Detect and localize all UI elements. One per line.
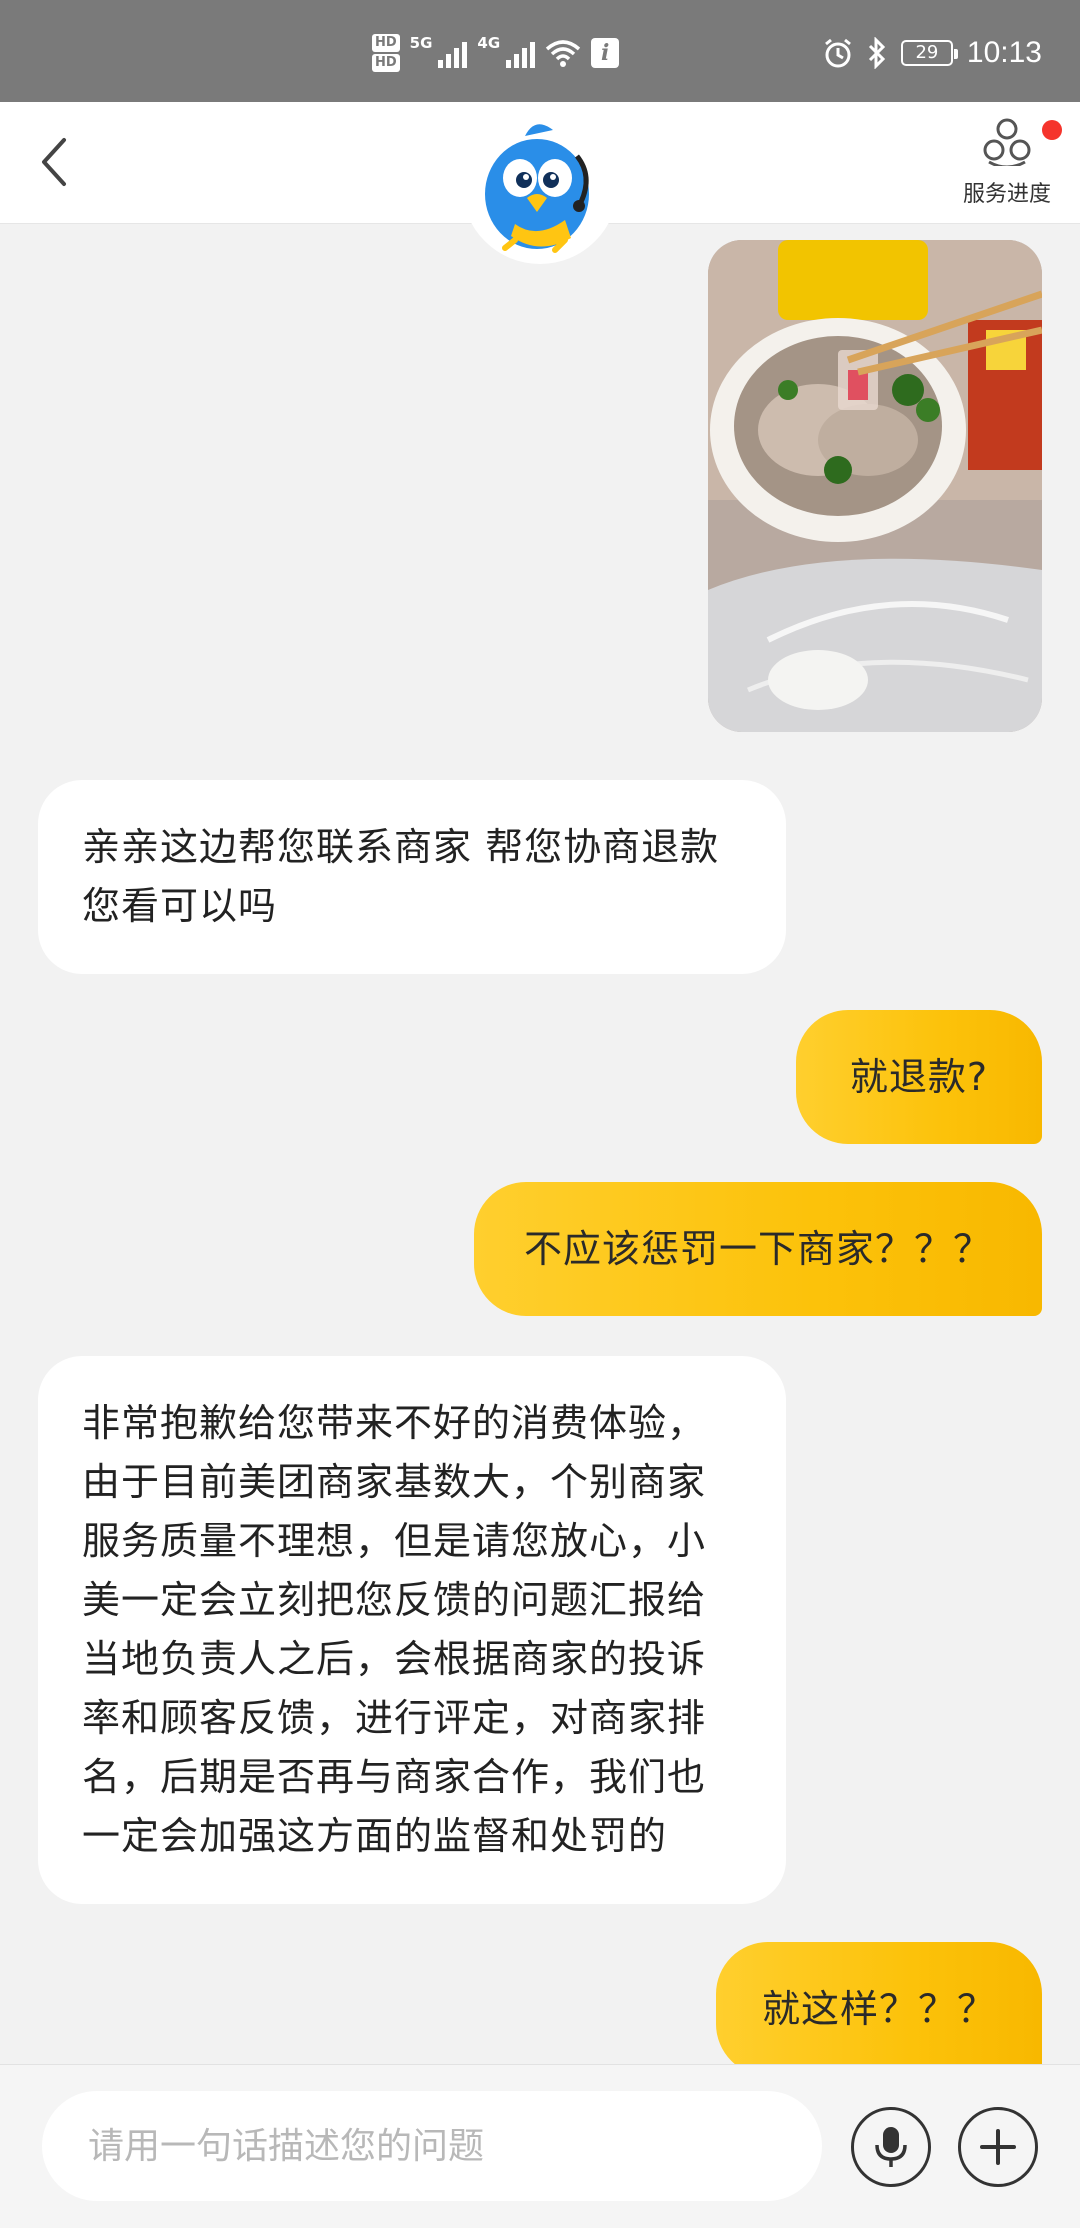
service-progress-icon	[983, 118, 1031, 169]
notification-badge	[1042, 120, 1062, 140]
hd2-label: HD	[372, 54, 400, 72]
net2-label: 4G	[477, 34, 501, 52]
agent-message: 非常抱歉给您带来不好的消费体验，由于目前美团商家基数大，个别商家服务质量不理想，…	[38, 1356, 786, 1904]
agent-message: 亲亲这边帮您联系商家 帮您协商退款您看可以吗	[38, 780, 786, 974]
back-arrow-icon[interactable]	[30, 132, 80, 192]
mascot-avatar	[462, 108, 618, 264]
food-photo-message[interactable]	[708, 240, 1042, 732]
signal1-icon	[438, 38, 468, 68]
message-input[interactable]	[42, 2091, 822, 2201]
notification-icon: i	[591, 38, 620, 68]
hd-indicator: HD HD	[372, 33, 400, 73]
food-photo-icon	[708, 240, 1042, 732]
wifi-icon	[546, 40, 581, 67]
alarm-icon	[824, 38, 851, 68]
service-progress-button[interactable]: 服务进度	[952, 116, 1062, 208]
battery-level: 29	[915, 42, 939, 63]
bluetooth-icon	[868, 37, 886, 69]
status-bar: HD HD 5G 4G i 29 10:13	[0, 0, 1080, 102]
status-left: HD HD 5G 4G i	[372, 28, 620, 78]
net1-label: 5G	[409, 34, 433, 52]
clock: 10:13	[966, 36, 1042, 69]
mascot-avatar-icon	[485, 124, 589, 253]
service-progress-label: 服务进度	[962, 182, 1051, 207]
battery-icon: 29	[900, 40, 958, 66]
hd1-label: HD	[372, 34, 400, 52]
chat-area[interactable]: 亲亲这边帮您联系商家 帮您协商退款您看可以吗 就退款? 不应该惩罚一下商家？？？…	[0, 224, 1080, 2064]
status-right: 29 10:13	[823, 30, 1042, 76]
more-button[interactable]	[958, 2107, 1038, 2187]
plus-icon	[980, 2129, 1016, 2165]
user-message: 就退款?	[796, 1010, 1042, 1144]
user-message: 就这样？？？	[716, 1942, 1042, 2064]
voice-button[interactable]	[851, 2107, 931, 2187]
user-message: 不应该惩罚一下商家？？？	[474, 1182, 1042, 1316]
mic-icon	[875, 2127, 907, 2167]
input-bar	[0, 2064, 1080, 2228]
signal2-icon	[506, 38, 536, 68]
